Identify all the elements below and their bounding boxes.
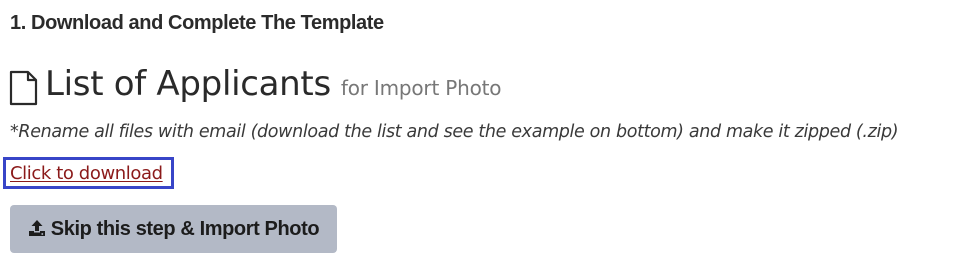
file-outline-icon	[9, 70, 38, 106]
list-title-main: List of Applicants	[45, 64, 331, 104]
step-heading: 1. Download and Complete The Template	[10, 12, 384, 34]
skip-button-label: Skip this step & Import Photo	[50, 217, 320, 240]
skip-and-import-photo-button[interactable]: Skip this step & Import Photo	[10, 205, 337, 253]
list-title-subtitle: for Import Photo	[340, 76, 502, 100]
download-link[interactable]: Click to download	[10, 163, 163, 184]
upload-icon	[28, 220, 45, 236]
list-title: List of Applicants for Import Photo	[9, 64, 502, 106]
download-link-focus-box: Click to download	[3, 157, 174, 189]
rename-instructions: *Rename all files with email (download t…	[10, 122, 899, 142]
